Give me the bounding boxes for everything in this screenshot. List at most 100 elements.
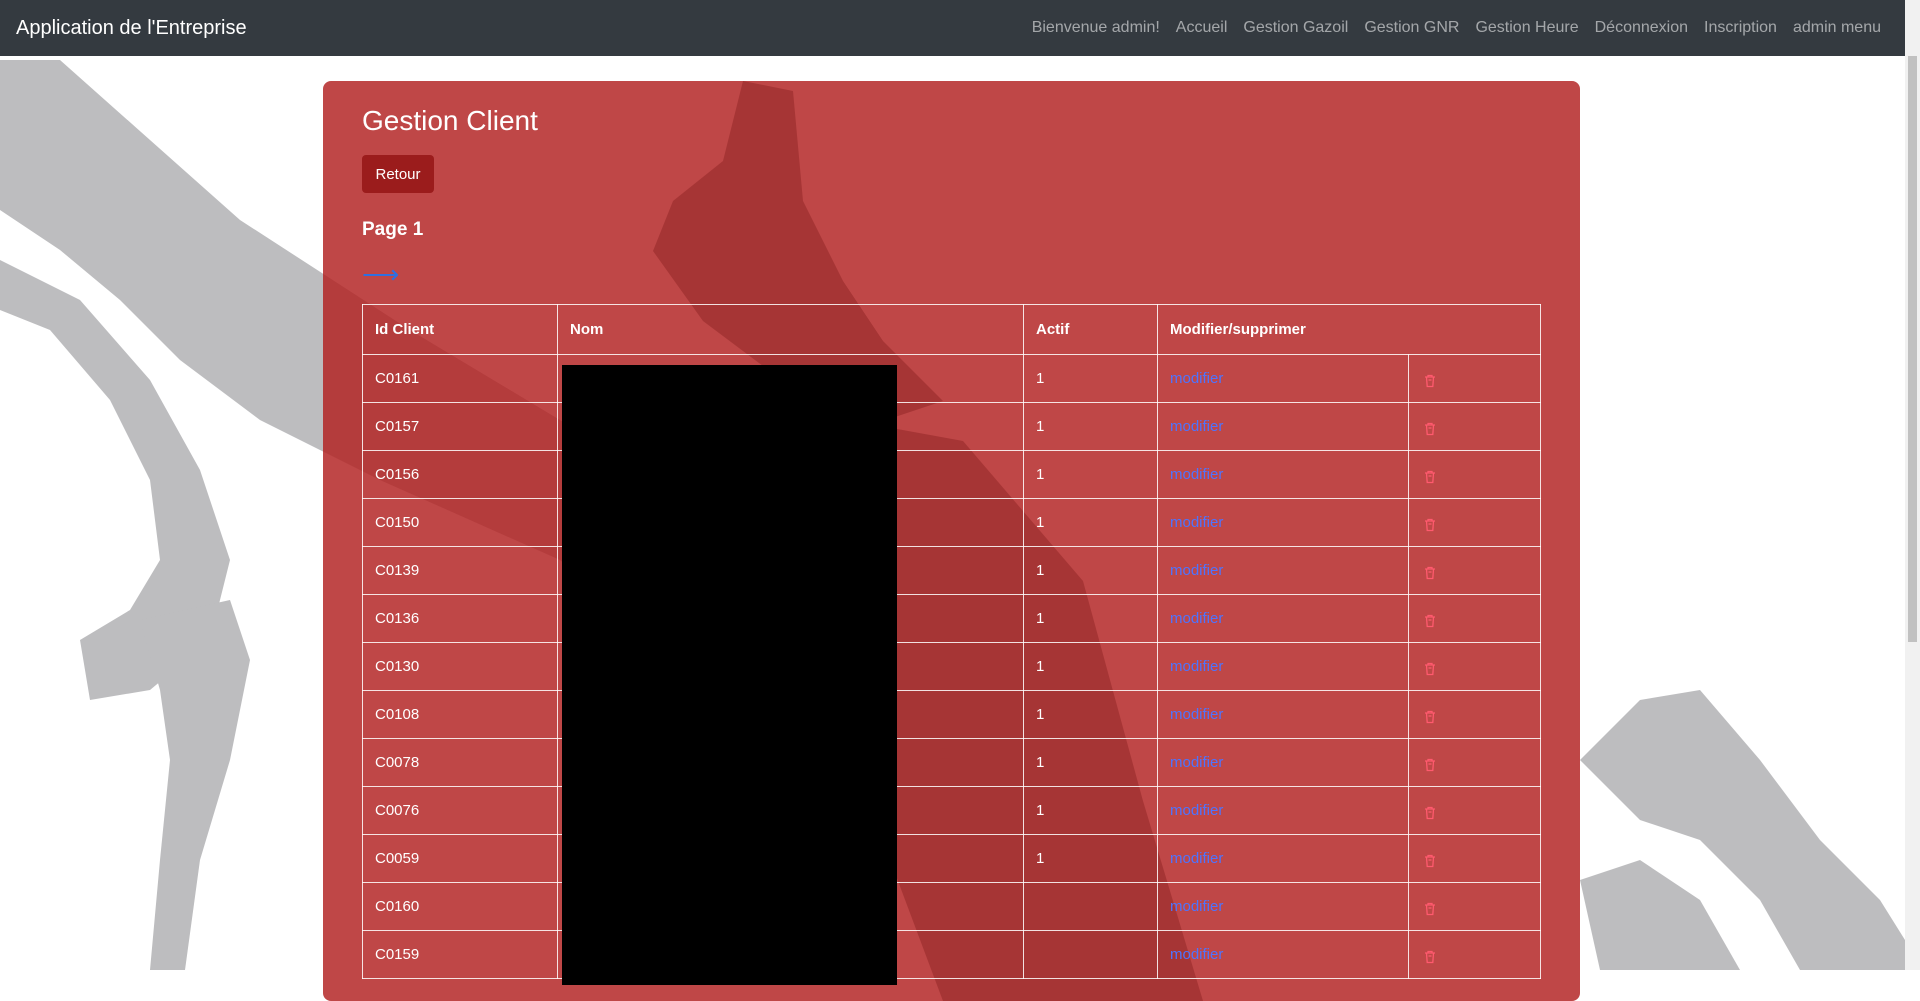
scrollbar-thumb[interactable]	[1908, 56, 1917, 642]
modifier-link[interactable]: modifier	[1170, 706, 1223, 723]
cell-id-client: C0157	[362, 402, 558, 451]
cell-modifier: modifier	[1156, 642, 1410, 691]
cell-id-client: C0108	[362, 690, 558, 739]
trash-icon[interactable]	[1423, 806, 1437, 820]
trash-icon[interactable]	[1423, 902, 1437, 916]
modifier-link[interactable]: modifier	[1170, 658, 1223, 675]
nav-gestion-gazoil[interactable]: Gestion Gazoil	[1235, 19, 1356, 37]
modifier-link[interactable]: modifier	[1170, 562, 1223, 579]
trash-icon[interactable]	[1423, 950, 1437, 964]
cell-actif: 1	[1023, 546, 1158, 595]
cell-actif: 1	[1023, 786, 1158, 835]
modifier-link[interactable]: modifier	[1170, 946, 1223, 963]
cell-actif: 1	[1023, 594, 1158, 643]
page-title: Gestion Client	[362, 105, 538, 136]
trash-icon[interactable]	[1423, 374, 1437, 388]
brand-title[interactable]: Application de l'Entreprise	[16, 17, 247, 40]
cell-supprimer	[1408, 402, 1541, 451]
cell-modifier: modifier	[1156, 594, 1410, 643]
modifier-link[interactable]: modifier	[1170, 802, 1223, 819]
cell-modifier: modifier	[1156, 882, 1410, 931]
redacted-names-block	[562, 365, 897, 985]
trash-icon[interactable]	[1423, 710, 1437, 724]
page-scrollbar[interactable]	[1905, 0, 1920, 970]
trash-icon[interactable]	[1423, 470, 1437, 484]
cell-supprimer	[1408, 930, 1541, 979]
cell-modifier: modifier	[1156, 738, 1410, 787]
cell-id-client: C0130	[362, 642, 558, 691]
cell-actif	[1023, 930, 1158, 979]
modifier-link[interactable]: modifier	[1170, 466, 1223, 483]
cell-supprimer	[1408, 642, 1541, 691]
table-row: C0157 1 modifier	[362, 402, 1541, 451]
cell-supprimer	[1408, 594, 1541, 643]
cell-modifier: modifier	[1156, 354, 1410, 403]
cell-modifier: modifier	[1156, 546, 1410, 595]
trash-icon[interactable]	[1423, 518, 1437, 532]
cell-supprimer	[1408, 786, 1541, 835]
cell-modifier: modifier	[1156, 690, 1410, 739]
trash-icon[interactable]	[1423, 422, 1437, 436]
cell-modifier: modifier	[1156, 786, 1410, 835]
modifier-link[interactable]: modifier	[1170, 610, 1223, 627]
trash-icon[interactable]	[1423, 614, 1437, 628]
cell-supprimer	[1408, 546, 1541, 595]
cell-actif: 1	[1023, 450, 1158, 499]
header-modifier-supprimer: Modifier/supprimer	[1157, 304, 1541, 355]
cell-actif: 1	[1023, 834, 1158, 883]
trash-icon[interactable]	[1423, 854, 1437, 868]
cell-modifier: modifier	[1156, 402, 1410, 451]
cell-id-client: C0159	[362, 930, 558, 979]
cell-id-client: C0059	[362, 834, 558, 883]
nav-inscription[interactable]: Inscription	[1696, 19, 1785, 37]
table-row: C0150 1 modifier	[362, 498, 1541, 547]
header-actif: Actif	[1023, 304, 1158, 355]
table-row: C0161 1 modifier	[362, 354, 1541, 403]
clients-table: Id Client Nom Actif Modifier/supprimer C…	[362, 304, 1541, 979]
page-indicator: Page 1	[362, 219, 424, 240]
nav-admin-menu[interactable]: admin menu	[1785, 19, 1889, 37]
table-row: C0078 1 modifier	[362, 738, 1541, 787]
cell-supprimer	[1408, 738, 1541, 787]
table-row: C0136 1 modifier	[362, 594, 1541, 643]
trash-icon[interactable]	[1423, 758, 1437, 772]
trash-icon[interactable]	[1423, 566, 1437, 580]
cell-supprimer	[1408, 498, 1541, 547]
cell-id-client: C0139	[362, 546, 558, 595]
modifier-link[interactable]: modifier	[1170, 754, 1223, 771]
top-navbar: Application de l'Entreprise Bienvenue ad…	[0, 0, 1905, 56]
nav-deconnexion[interactable]: Déconnexion	[1587, 19, 1696, 37]
cell-modifier: modifier	[1156, 450, 1410, 499]
cell-actif: 1	[1023, 642, 1158, 691]
next-page-arrow-icon[interactable]: ⟶	[362, 261, 399, 287]
cell-supprimer	[1408, 882, 1541, 931]
nav-accueil[interactable]: Accueil	[1168, 19, 1236, 37]
nav-welcome[interactable]: Bienvenue admin!	[1024, 19, 1168, 37]
cell-id-client: C0156	[362, 450, 558, 499]
table-header-row: Id Client Nom Actif Modifier/supprimer	[362, 304, 1541, 355]
table-row: C0108 1 modifier	[362, 690, 1541, 739]
nav-gestion-heure[interactable]: Gestion Heure	[1467, 19, 1586, 37]
cell-modifier: modifier	[1156, 930, 1410, 979]
cell-id-client: C0136	[362, 594, 558, 643]
back-button[interactable]: Retour	[362, 155, 434, 193]
modifier-link[interactable]: modifier	[1170, 514, 1223, 531]
header-id-client: Id Client	[362, 304, 558, 355]
cell-actif: 1	[1023, 402, 1158, 451]
trash-icon[interactable]	[1423, 662, 1437, 676]
cell-supprimer	[1408, 834, 1541, 883]
modifier-link[interactable]: modifier	[1170, 898, 1223, 915]
cell-supprimer	[1408, 354, 1541, 403]
modifier-link[interactable]: modifier	[1170, 370, 1223, 387]
nav-gestion-gnr[interactable]: Gestion GNR	[1356, 19, 1467, 37]
cell-actif	[1023, 882, 1158, 931]
cell-id-client: C0161	[362, 354, 558, 403]
cell-id-client: C0078	[362, 738, 558, 787]
table-row: C0159 modifier	[362, 930, 1541, 979]
modifier-link[interactable]: modifier	[1170, 850, 1223, 867]
cell-actif: 1	[1023, 354, 1158, 403]
cell-actif: 1	[1023, 690, 1158, 739]
cell-id-client: C0160	[362, 882, 558, 931]
modifier-link[interactable]: modifier	[1170, 418, 1223, 435]
nav-links: Bienvenue admin! Accueil Gestion Gazoil …	[1024, 19, 1889, 37]
